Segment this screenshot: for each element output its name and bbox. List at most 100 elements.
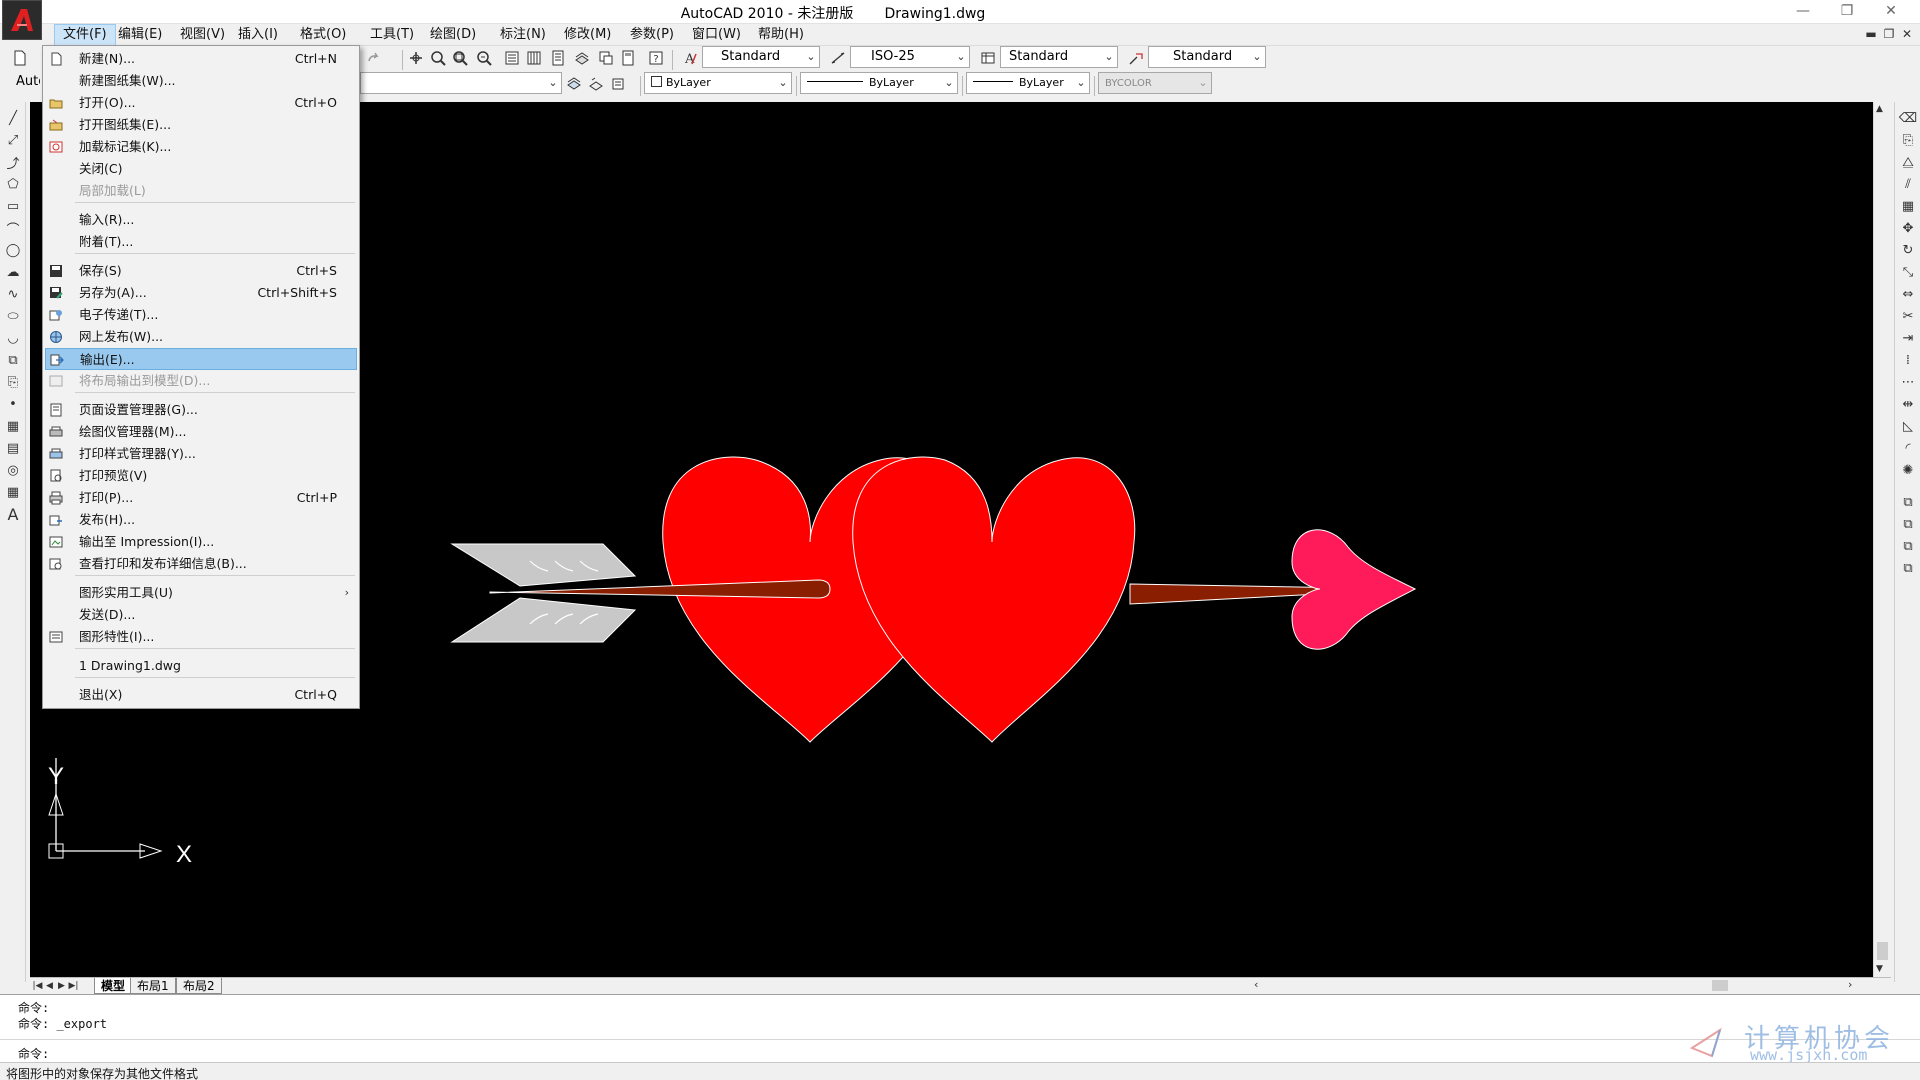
file-menu-item[interactable]: 附着(T)...: [45, 231, 357, 253]
menu-view[interactable]: 视图(V): [172, 24, 233, 46]
file-menu-item[interactable]: 电子传递(T)...: [45, 304, 357, 326]
file-menu-item[interactable]: 打印预览(V): [45, 465, 357, 487]
vertical-scrollbar[interactable]: ▲ ▼: [1873, 102, 1891, 977]
file-menu-item[interactable]: 新建图纸集(W)...: [45, 70, 357, 92]
spline-icon[interactable]: ∿: [2, 284, 24, 304]
construction-line-icon[interactable]: ⤢: [2, 130, 24, 150]
menu-parametric[interactable]: 参数(P): [622, 24, 682, 46]
array-icon[interactable]: ▦: [1897, 196, 1919, 216]
tool-palettes-icon[interactable]: [546, 46, 570, 70]
doc-close-button[interactable]: ✕: [1898, 26, 1916, 44]
file-menu-item[interactable]: 输出至 Impression(I)...: [45, 531, 357, 553]
revision-cloud-icon[interactable]: ☁: [2, 262, 24, 282]
file-menu-item[interactable]: 打开图纸集(E)...: [45, 114, 357, 136]
send-back-icon[interactable]: ⧉: [1897, 536, 1919, 556]
file-menu-item[interactable]: 打开(O)... Ctrl+O: [45, 92, 357, 114]
scroll-thumb[interactable]: [1877, 942, 1888, 960]
hscroll-thumb[interactable]: [1712, 980, 1728, 991]
calculator-icon[interactable]: [616, 46, 640, 70]
zoom-window-icon[interactable]: [448, 46, 472, 70]
ellipse-icon[interactable]: ⬭: [2, 306, 24, 326]
move-icon[interactable]: ✥: [1897, 218, 1919, 238]
table-style-select[interactable]: Standard ⌄: [1000, 46, 1118, 68]
application-menu-button[interactable]: [2, 0, 42, 40]
workspace-select[interactable]: Autc: [10, 72, 40, 94]
file-menu-item[interactable]: 打印样式管理器(Y)...: [45, 443, 357, 465]
circle-icon[interactable]: ◯: [2, 240, 24, 260]
linetype-select[interactable]: ByLayer ⌄: [800, 72, 958, 94]
menu-tools[interactable]: 工具(T): [362, 24, 422, 46]
horizontal-scrollbar[interactable]: ‹ ›: [1248, 978, 1861, 993]
multileader-style-icon[interactable]: [1124, 46, 1148, 70]
file-menu-item[interactable]: 输入(R)...: [45, 209, 357, 231]
pan-icon[interactable]: [404, 46, 428, 70]
color-select[interactable]: ByLayer ⌄: [644, 72, 792, 94]
file-menu-item[interactable]: 保存(S) Ctrl+S: [45, 260, 357, 282]
design-center-icon[interactable]: [522, 46, 546, 70]
point-icon[interactable]: •: [2, 394, 24, 414]
file-menu-item[interactable]: 加载标记集(K)...: [45, 136, 357, 158]
menu-draw[interactable]: 绘图(D): [422, 24, 484, 46]
polyline-icon[interactable]: ⤴: [2, 152, 24, 172]
sheet-set-icon[interactable]: [570, 46, 594, 70]
file-menu-item[interactable]: 发布(H)...: [45, 509, 357, 531]
scale-icon[interactable]: ⤡: [1897, 262, 1919, 282]
layer-states-icon[interactable]: [606, 72, 630, 96]
file-menu-item[interactable]: 图形实用工具(U) ›: [45, 582, 357, 604]
multiline-text-icon[interactable]: A: [2, 504, 24, 524]
prev-tab-icon[interactable]: ◀: [44, 979, 55, 993]
layer-select[interactable]: ⌄: [360, 72, 562, 94]
draw-order-icon[interactable]: ⧉: [1897, 492, 1919, 512]
mirror-icon[interactable]: ⧋: [1897, 152, 1919, 172]
file-menu-item[interactable]: 1 Drawing1.dwg: [45, 655, 357, 677]
file-menu-item[interactable]: 页面设置管理器(G)...: [45, 399, 357, 421]
qnew-icon[interactable]: [8, 46, 32, 70]
join-icon[interactable]: ⇹: [1897, 394, 1919, 414]
scroll-left-icon[interactable]: ‹: [1254, 978, 1258, 991]
insert-block-icon[interactable]: ⧉: [2, 350, 24, 370]
gradient-icon[interactable]: ▤: [2, 438, 24, 458]
file-menu-item[interactable]: 关闭(C): [45, 158, 357, 180]
properties-icon[interactable]: [500, 46, 524, 70]
multileader-style-select[interactable]: Standard ⌄: [1148, 46, 1266, 68]
menu-help[interactable]: 帮助(H): [750, 24, 812, 46]
doc-restore-button[interactable]: ❐: [1880, 26, 1898, 44]
break-at-point-icon[interactable]: ⁞: [1897, 350, 1919, 370]
file-menu-item[interactable]: 图形特性(I)...: [45, 626, 357, 648]
menu-insert[interactable]: 插入(I): [230, 24, 286, 46]
fillet-icon[interactable]: ◜: [1897, 438, 1919, 458]
scroll-up-icon[interactable]: ▲: [1876, 104, 1883, 114]
erase-icon[interactable]: ⌫: [1897, 108, 1919, 128]
command-window[interactable]: 命令: 命令: _export 命令:: [0, 994, 1920, 1062]
hatch-icon[interactable]: ▦: [2, 416, 24, 436]
markup-icon[interactable]: [594, 46, 618, 70]
explode-icon[interactable]: ✺: [1897, 460, 1919, 480]
menu-modify[interactable]: 修改(M): [556, 24, 619, 46]
tab-layout1[interactable]: 布局1: [130, 978, 176, 994]
tab-layout2[interactable]: 布局2: [176, 978, 222, 994]
table-style-icon[interactable]: [976, 46, 1000, 70]
tab-model[interactable]: 模型: [94, 978, 133, 994]
rectangle-icon[interactable]: ▭: [2, 196, 24, 216]
menu-edit[interactable]: 编辑(E): [110, 24, 170, 46]
scroll-right-icon[interactable]: ›: [1848, 978, 1852, 991]
text-style-select[interactable]: Standard ⌄: [702, 46, 820, 68]
doc-minimize-button[interactable]: ▬: [1862, 26, 1880, 44]
file-menu-item[interactable]: 查看打印和发布详细信息(B)...: [45, 553, 357, 575]
first-tab-icon[interactable]: |◀: [32, 979, 43, 993]
menu-file[interactable]: 文件(F): [54, 24, 116, 46]
file-menu-item[interactable]: 打印(P)... Ctrl+P: [45, 487, 357, 509]
file-menu-item[interactable]: 新建(N)... Ctrl+N: [45, 48, 357, 70]
zoom-previous-icon[interactable]: [472, 46, 496, 70]
next-tab-icon[interactable]: ▶: [56, 979, 67, 993]
stretch-icon[interactable]: ⇔: [1897, 284, 1919, 304]
last-tab-icon[interactable]: ▶|: [68, 979, 79, 993]
scroll-down-icon[interactable]: ▼: [1876, 964, 1883, 974]
file-menu-item[interactable]: 发送(D)...: [45, 604, 357, 626]
text-style-icon[interactable]: A: [678, 46, 702, 70]
redo-icon[interactable]: [362, 46, 386, 70]
polygon-icon[interactable]: ⬠: [2, 174, 24, 194]
menu-format[interactable]: 格式(O): [292, 24, 354, 46]
help-icon[interactable]: ?: [644, 46, 668, 70]
trim-icon[interactable]: ✂: [1897, 306, 1919, 326]
